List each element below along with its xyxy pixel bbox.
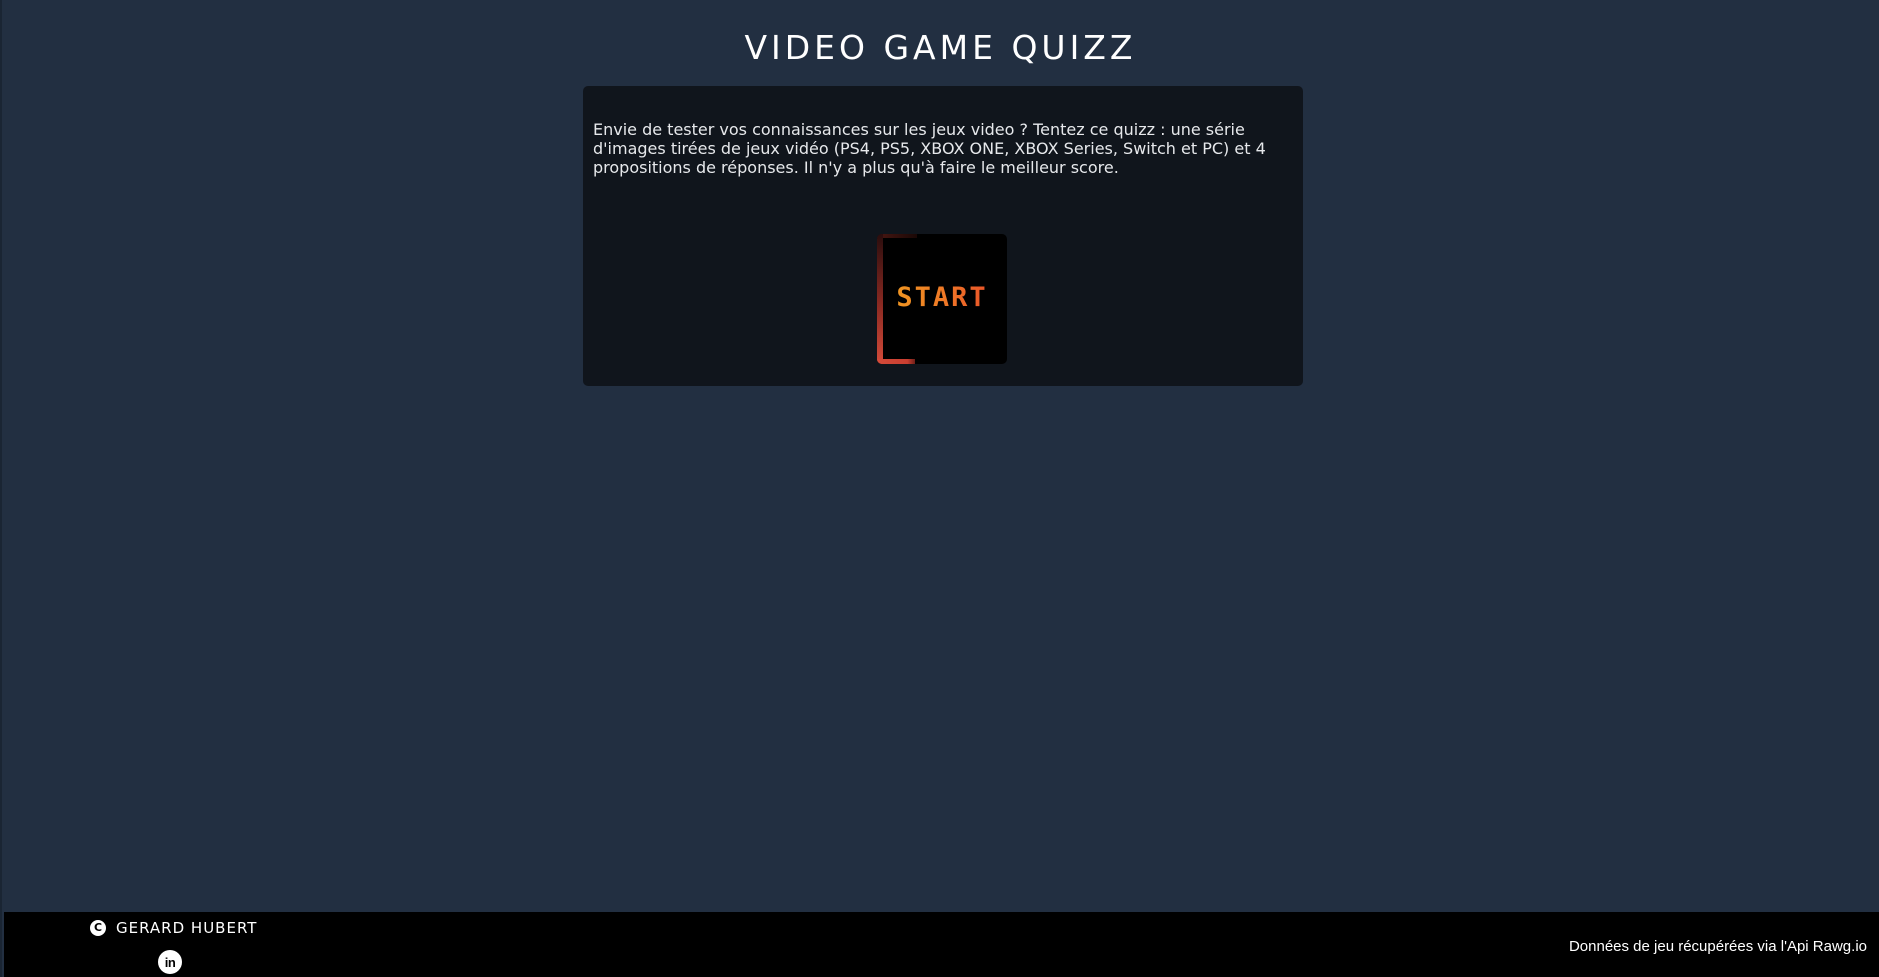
intro-card: Envie de tester vos connaissances sur le…: [583, 86, 1303, 386]
intro-text: Envie de tester vos connaissances sur le…: [593, 120, 1266, 177]
author-name: GERARD HUBERT: [116, 919, 258, 937]
footer: C GERARD HUBERT in Données de jeu récupé…: [4, 912, 1879, 977]
start-button-label: START: [877, 282, 1007, 313]
linkedin-icon[interactable]: in: [158, 950, 182, 974]
start-button-edge-bottom: [877, 359, 915, 364]
linkedin-glyph: in: [164, 954, 176, 970]
copyright-icon: C: [90, 920, 106, 936]
copyright: C GERARD HUBERT: [90, 919, 257, 937]
data-credits: Données de jeu récupérées via l'Api Rawg…: [1568, 938, 1867, 955]
start-button[interactable]: START: [877, 234, 1007, 364]
page: VIDEO GAME QUIZZ Envie de tester vos con…: [0, 0, 1879, 977]
page-title: VIDEO GAME QUIZZ: [744, 28, 1137, 67]
start-button-edge-top: [877, 234, 917, 238]
